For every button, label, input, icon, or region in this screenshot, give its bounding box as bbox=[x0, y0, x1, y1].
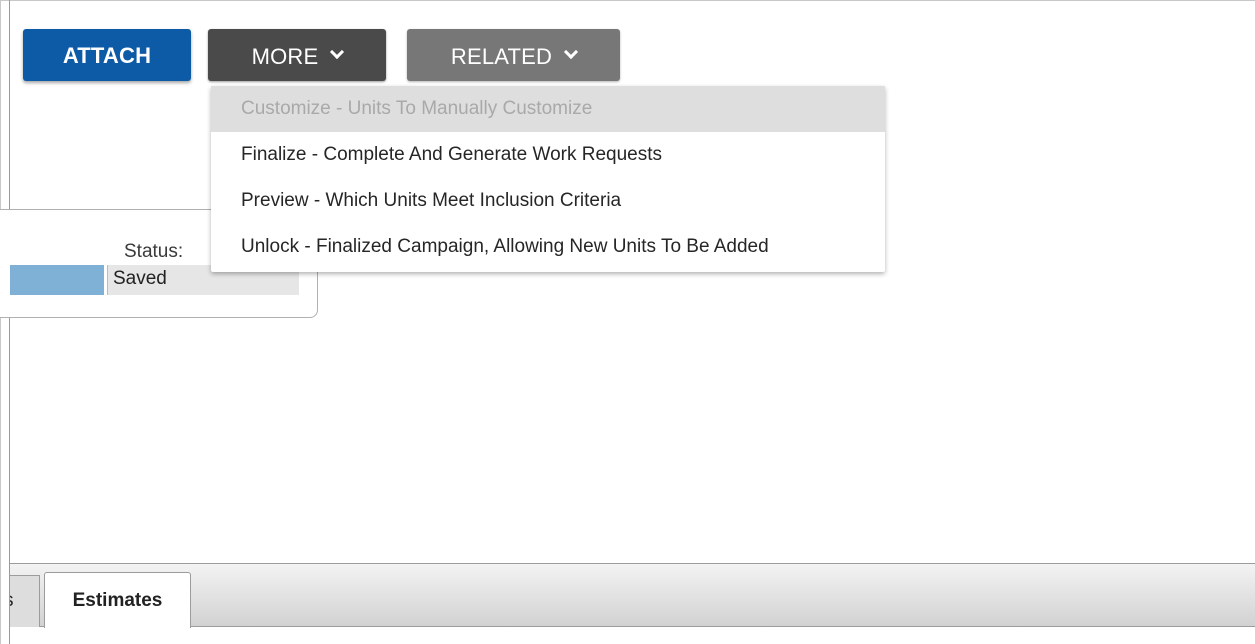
chevron-down-icon bbox=[564, 44, 579, 60]
more-dropdown-menu: Customize - Units To Manually Customize … bbox=[211, 86, 885, 272]
tab-estimates[interactable]: Estimates bbox=[44, 572, 191, 628]
tab-partial-label: s bbox=[10, 576, 14, 626]
tab-partial[interactable]: s bbox=[10, 575, 40, 627]
more-button[interactable]: MORE bbox=[208, 29, 386, 81]
menu-item-customize: Customize - Units To Manually Customize bbox=[211, 86, 885, 132]
left-divider bbox=[9, 0, 10, 644]
attach-button[interactable]: ATTACH bbox=[23, 29, 191, 81]
menu-item-preview[interactable]: Preview - Which Units Meet Inclusion Cri… bbox=[211, 178, 885, 224]
tab-bar bbox=[10, 563, 1255, 627]
menu-item-unlock[interactable]: Unlock - Finalized Campaign, Allowing Ne… bbox=[211, 224, 885, 270]
chevron-down-icon bbox=[330, 44, 345, 60]
tab-estimates-label: Estimates bbox=[72, 589, 163, 611]
menu-item-finalize[interactable]: Finalize - Complete And Generate Work Re… bbox=[211, 132, 885, 178]
related-button[interactable]: RELATED bbox=[407, 29, 620, 81]
content-area-below-tabs bbox=[10, 628, 1255, 644]
status-label: Status: bbox=[124, 241, 184, 262]
attach-button-label: ATTACH bbox=[62, 43, 152, 68]
highlighted-field[interactable] bbox=[10, 265, 104, 295]
related-button-label: RELATED bbox=[450, 44, 553, 69]
more-button-label: MORE bbox=[251, 44, 319, 69]
